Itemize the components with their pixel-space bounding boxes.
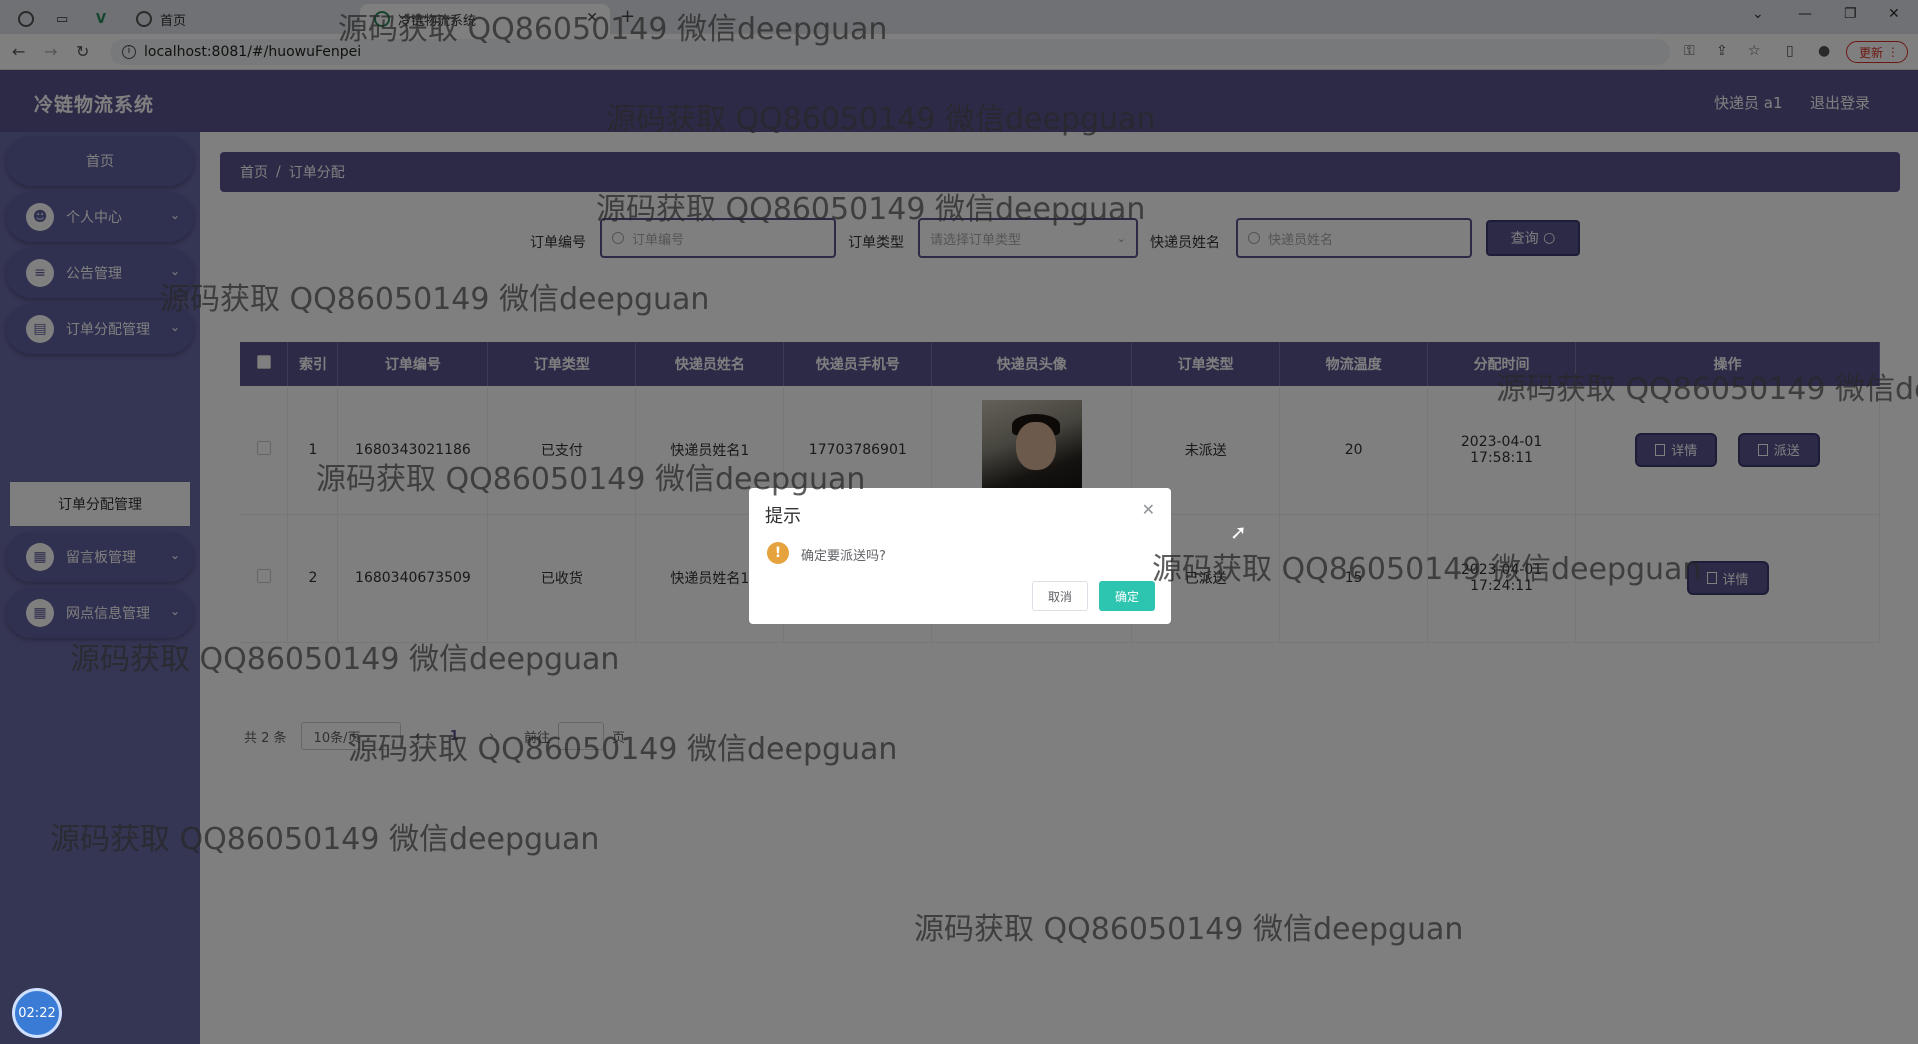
watermark: 源码获取 QQ86050149 微信deepguan bbox=[1496, 372, 1918, 407]
warning-icon: ! bbox=[767, 542, 789, 564]
timer-text: 02:22 bbox=[18, 1005, 56, 1021]
watermark: 源码获取 QQ86050149 微信deepguan bbox=[70, 642, 620, 677]
watermark: 源码获取 QQ86050149 微信deepguan bbox=[316, 462, 866, 497]
cancel-label: 取消 bbox=[1047, 589, 1072, 604]
watermark: 源码获取 QQ86050149 微信deepguan bbox=[606, 102, 1156, 137]
mouse-cursor-icon: ➚ bbox=[1230, 520, 1247, 544]
watermark: 源码获取 QQ86050149 微信deepguan bbox=[914, 912, 1464, 947]
watermark: 源码获取 QQ86050149 微信deepguan bbox=[348, 732, 898, 767]
cancel-button[interactable]: 取消 bbox=[1032, 581, 1088, 611]
watermark: 源码获取 QQ86050149 微信deepguan bbox=[160, 282, 710, 317]
confirm-label: 确定 bbox=[1114, 589, 1139, 604]
watermark: 源码获取 QQ86050149 微信deepguan bbox=[1152, 552, 1702, 587]
dialog-message: 确定要派送吗? bbox=[801, 549, 886, 564]
watermark: 源码获取 QQ86050149 微信deepguan bbox=[596, 192, 1146, 227]
recording-timer[interactable]: 02:22 bbox=[12, 988, 62, 1038]
close-icon[interactable]: ✕ bbox=[1142, 500, 1155, 519]
confirm-button[interactable]: 确定 bbox=[1099, 581, 1155, 611]
dialog-title: 提示 bbox=[765, 506, 801, 527]
watermark: 源码获取 QQ86050149 微信deepguan bbox=[50, 822, 600, 857]
confirm-dialog: 提示 ✕ ! 确定要派送吗? 取消 确定 bbox=[749, 488, 1171, 624]
watermark: 源码获取 QQ86050149 微信deepguan bbox=[338, 12, 888, 47]
